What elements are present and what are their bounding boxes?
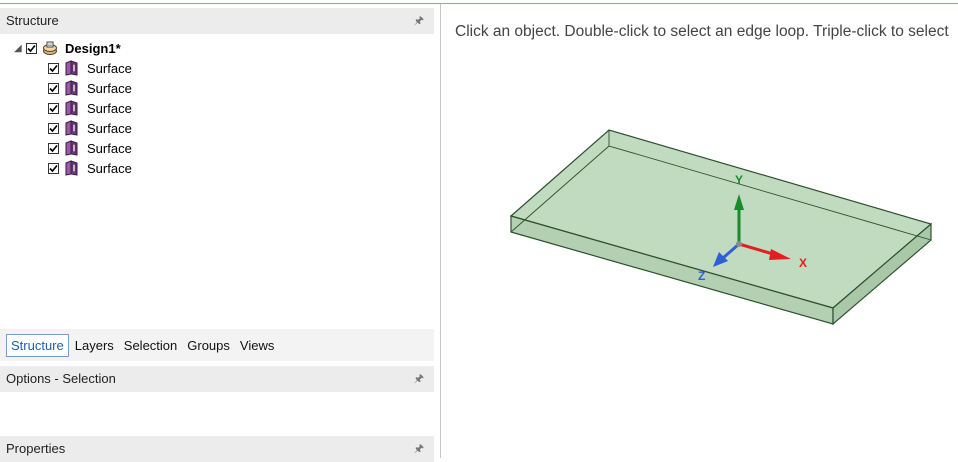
pin-icon[interactable]: 🖈 xyxy=(414,8,424,34)
tree-item-surface-3[interactable]: Surface xyxy=(48,98,132,118)
surface-label: Surface xyxy=(87,120,132,136)
3d-viewport[interactable]: Click an object. Double-click to select … xyxy=(440,4,958,458)
properties-panel-header: Properties 🖈 xyxy=(0,436,434,462)
options-panel-header: Options - Selection 🖈 xyxy=(0,366,434,392)
surface-checkbox[interactable] xyxy=(48,62,59,74)
surface-label: Surface xyxy=(87,100,132,116)
3d-scene[interactable]: Y X Z xyxy=(441,4,958,458)
surface-checkbox[interactable] xyxy=(48,122,59,134)
y-axis-label: Y xyxy=(735,173,743,187)
tab-selection[interactable]: Selection xyxy=(120,335,181,356)
expand-collapse-icon[interactable]: ◢ xyxy=(14,43,26,54)
surface-label: Surface xyxy=(87,160,132,176)
surface-label: Surface xyxy=(87,140,132,156)
tree-item-surface-2[interactable]: Surface xyxy=(48,78,132,98)
options-panel-title: Options - Selection xyxy=(6,371,116,386)
surface-icon xyxy=(65,160,78,176)
pin-icon[interactable]: 🖈 xyxy=(414,436,424,462)
pin-icon[interactable]: 🖈 xyxy=(414,366,424,392)
tree-item-surface-4[interactable]: Surface xyxy=(48,118,132,138)
axis-origin xyxy=(736,241,742,247)
root-label: Design1* xyxy=(65,40,121,56)
z-axis-label: Z xyxy=(698,269,705,283)
tree-item-surface-1[interactable]: Surface xyxy=(48,58,132,78)
design-icon xyxy=(43,41,57,55)
tab-groups[interactable]: Groups xyxy=(183,335,234,356)
surface-checkbox[interactable] xyxy=(48,142,59,154)
surface-icon xyxy=(65,80,78,96)
tab-views[interactable]: Views xyxy=(236,335,278,356)
tree-root-row[interactable]: ◢ Design1* xyxy=(14,38,121,58)
surface-checkbox[interactable] xyxy=(48,162,59,174)
surface-icon xyxy=(65,60,78,76)
surface-label: Surface xyxy=(87,80,132,96)
surface-icon xyxy=(65,120,78,136)
surface-checkbox[interactable] xyxy=(48,102,59,114)
panel-tabs: Structure Layers Selection Groups Views xyxy=(0,329,434,361)
x-axis-label: X xyxy=(799,256,807,270)
structure-panel-header: Structure 🖈 xyxy=(0,8,434,34)
tab-structure[interactable]: Structure xyxy=(6,333,69,357)
tree-item-surface-6[interactable]: Surface xyxy=(48,158,132,178)
surface-checkbox[interactable] xyxy=(48,82,59,94)
surface-label: Surface xyxy=(87,60,132,76)
left-panel: Structure 🖈 ◢ Design1* Surface Surface S… xyxy=(0,4,434,462)
tab-layers[interactable]: Layers xyxy=(71,335,118,356)
properties-panel-title: Properties xyxy=(6,441,66,456)
root-checkbox[interactable] xyxy=(26,42,37,54)
structure-panel-title: Structure xyxy=(6,13,59,28)
tree-item-surface-5[interactable]: Surface xyxy=(48,138,132,158)
surface-icon xyxy=(65,100,78,116)
surface-icon xyxy=(65,140,78,156)
